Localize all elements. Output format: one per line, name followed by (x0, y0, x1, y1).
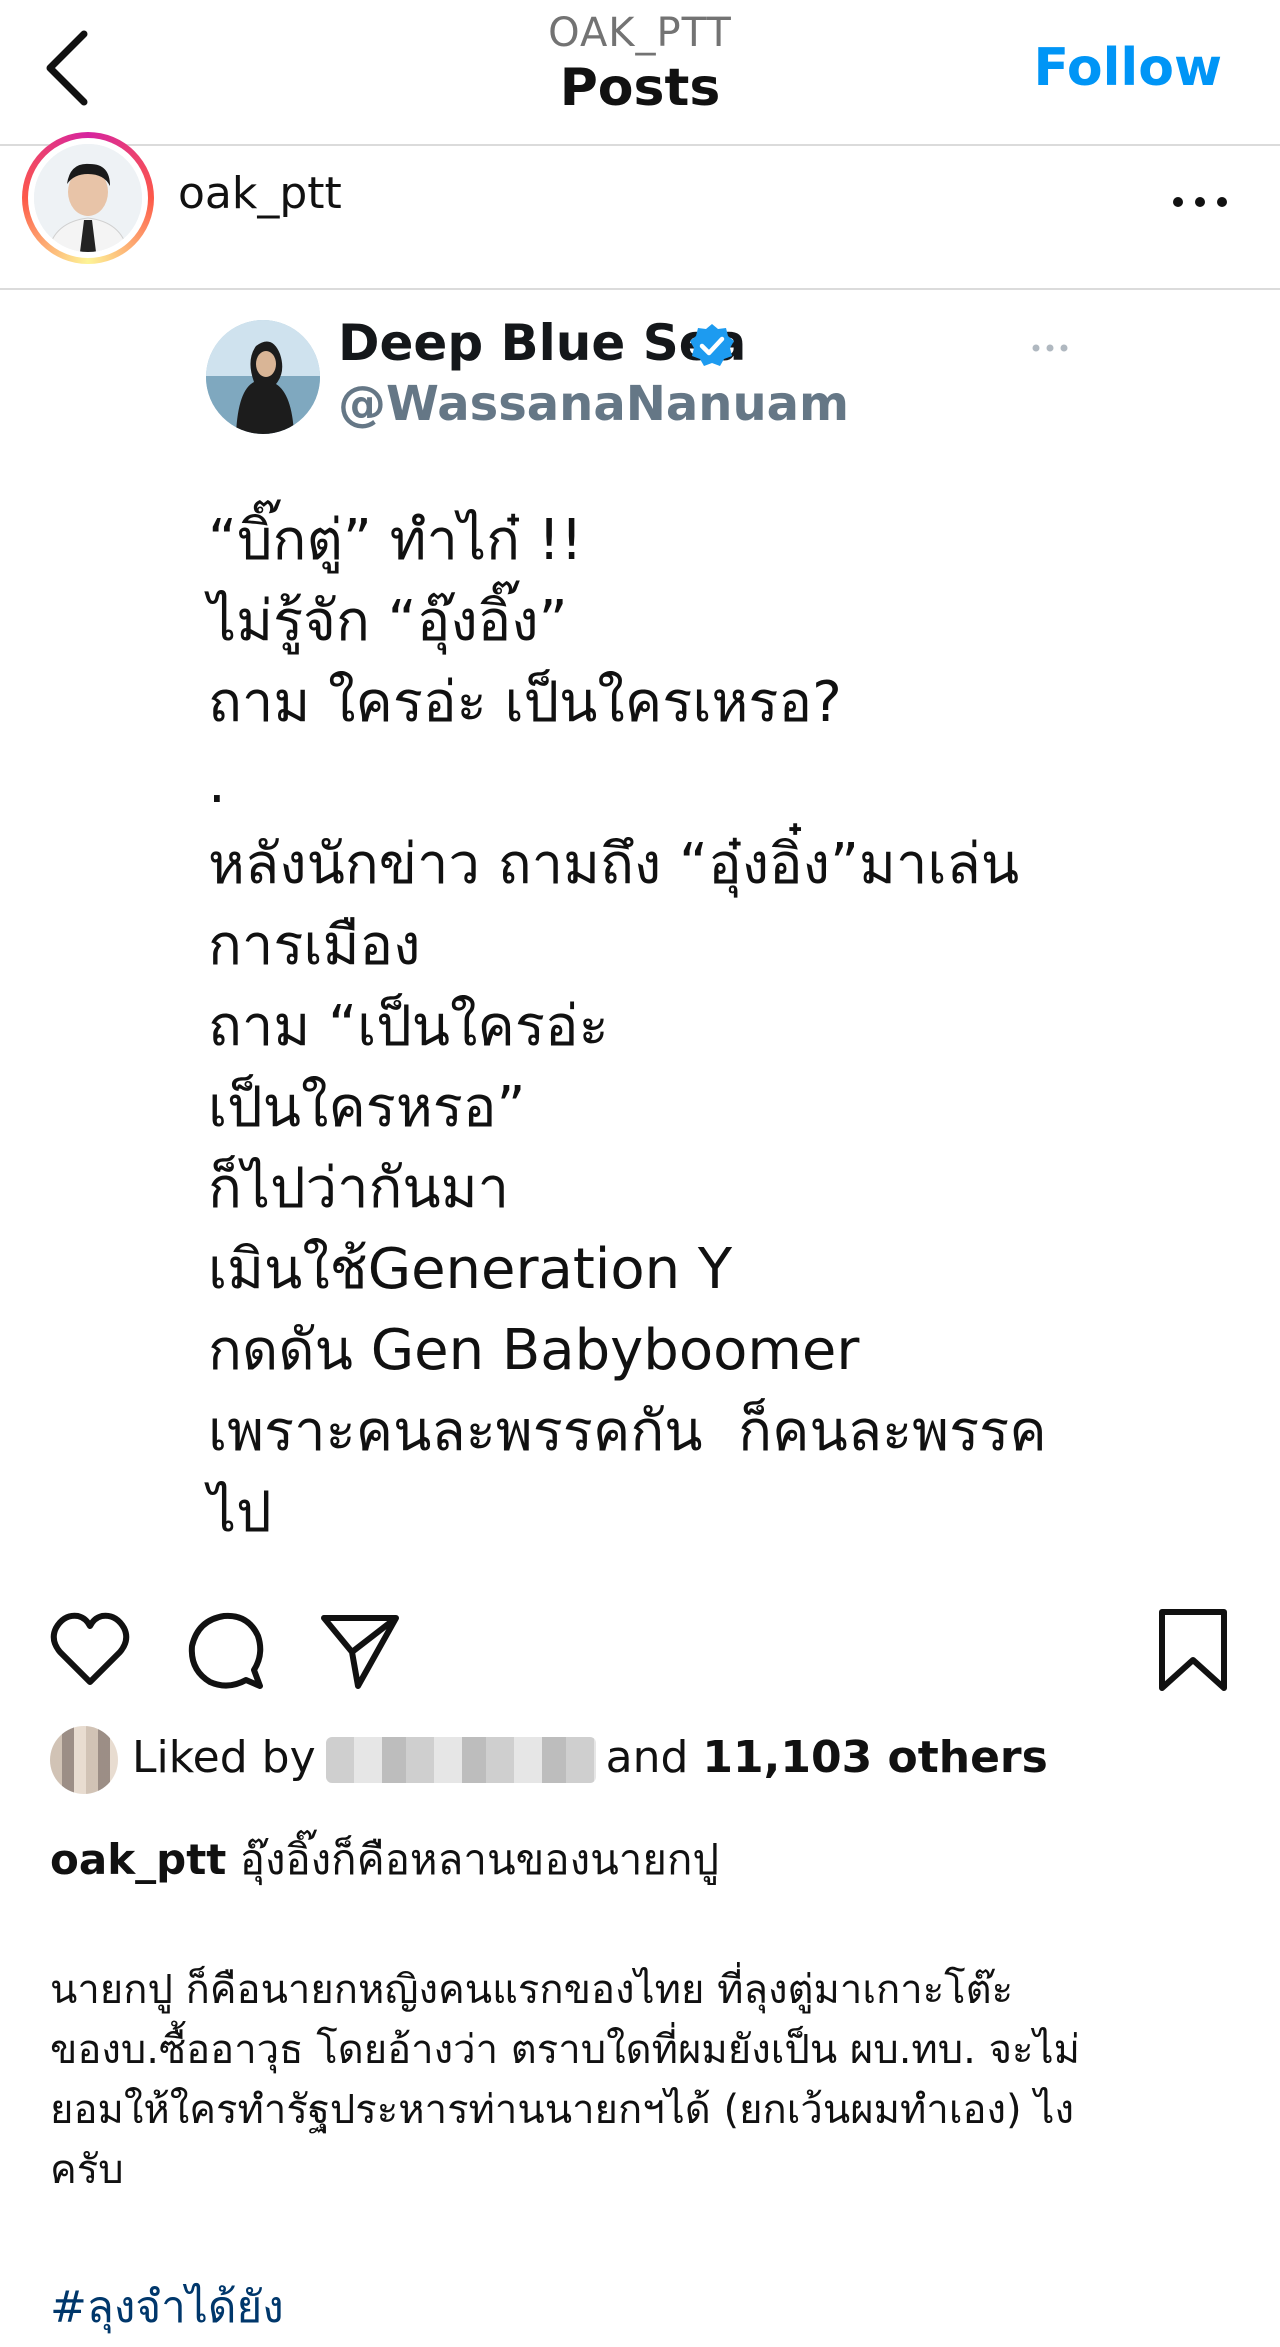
likes-summary[interactable]: Liked by and 11,103 others (0, 1722, 1280, 1796)
post-header: oak_ptt (0, 132, 1280, 290)
bookmark-icon[interactable] (1152, 1608, 1236, 1692)
likes-text: Liked by and 11,103 others (132, 1732, 1048, 1783)
caption-first-line: oak_ptt อุ๊งอิ๊งก็คือหลานของนายกปู (50, 1830, 1240, 1890)
top-bar: OAK_PTT Posts Follow (0, 0, 1280, 146)
post-username[interactable]: oak_ptt (178, 168, 342, 219)
tweet-handle: @WassanaNanuam (338, 376, 850, 432)
caption-username[interactable]: oak_ptt (50, 1835, 226, 1884)
verified-badge-icon (690, 324, 734, 366)
likes-count[interactable]: 11,103 others (702, 1732, 1047, 1783)
hashtag-link[interactable]: #ลุงจำได้ยัง (50, 2272, 284, 2342)
likes-middle: and (605, 1732, 689, 1783)
tweet-more-icon (1032, 344, 1068, 352)
send-icon[interactable] (318, 1608, 402, 1692)
tweet-display-name: Deep Blue Sea (338, 314, 747, 372)
more-horizontal-icon[interactable] (1170, 192, 1230, 212)
caption-first-text: อุ๊งอิ๊งก็คือหลานของนายกปู (239, 1835, 720, 1884)
story-ring[interactable] (22, 132, 154, 264)
heart-icon[interactable] (48, 1608, 132, 1692)
tweet-avatar (206, 320, 320, 434)
caption-body: นายกปู ก็คือนายกหญิงคนแรกของไทย ที่ลุงตู… (50, 1967, 1081, 2193)
liker-avatar (50, 1726, 118, 1794)
post-image[interactable]: Deep Blue Sea @WassanaNanuam “บิ๊กตู่” ท… (0, 292, 1280, 1572)
comment-icon[interactable] (184, 1608, 268, 1692)
action-bar (0, 1600, 1280, 1700)
avatar[interactable] (34, 144, 142, 252)
tweet-text: “บิ๊กตู่” ทำไก๋ !! ไม่รู้จัก “อุ๊งอิ๊ง” … (208, 508, 1047, 1545)
follow-button[interactable]: Follow (1033, 38, 1222, 98)
likes-prefix: Liked by (132, 1732, 316, 1783)
blurred-username (325, 1737, 596, 1783)
